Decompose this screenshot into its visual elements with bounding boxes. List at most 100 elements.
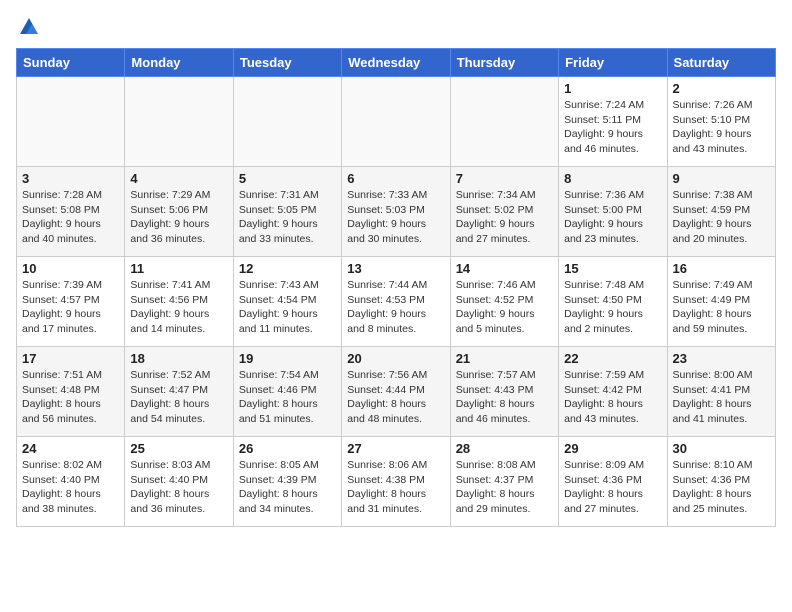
day-number: 29 [564, 441, 661, 456]
calendar-cell: 27 Sunrise: 8:06 AM Sunset: 4:38 PM Dayli… [342, 437, 450, 527]
calendar-cell: 9 Sunrise: 7:38 AM Sunset: 4:59 PM Daylig… [667, 167, 775, 257]
day-number: 24 [22, 441, 119, 456]
header-thursday: Thursday [450, 49, 558, 77]
week-row-5: 24 Sunrise: 8:02 AM Sunset: 4:40 PM Dayli… [17, 437, 776, 527]
calendar-cell: 17Sunrise: 7:51 AM Sunset: 4:48 PM Dayli… [17, 347, 125, 437]
header [16, 16, 776, 38]
day-number: 2 [673, 81, 770, 96]
day-info: Sunrise: 7:52 AM Sunset: 4:47 PM Dayligh… [130, 368, 227, 427]
day-info: Sunrise: 7:59 AM Sunset: 4:42 PM Dayligh… [564, 368, 661, 427]
day-number: 23 [673, 351, 770, 366]
day-info: Sunrise: 7:49 AM Sunset: 4:49 PM Dayligh… [673, 278, 770, 337]
day-info: Sunrise: 7:54 AM Sunset: 4:46 PM Dayligh… [239, 368, 336, 427]
calendar-cell: 22 Sunrise: 7:59 AM Sunset: 4:42 PM Dayli… [559, 347, 667, 437]
calendar-cell: 25 Sunrise: 8:03 AM Sunset: 4:40 PM Dayli… [125, 437, 233, 527]
calendar-cell: 8 Sunrise: 7:36 AM Sunset: 5:00 PM Daylig… [559, 167, 667, 257]
calendar-cell [17, 77, 125, 167]
day-info: Sunrise: 7:51 AM Sunset: 4:48 PM Dayligh… [22, 368, 119, 427]
day-info: Sunrise: 8:00 AM Sunset: 4:41 PM Dayligh… [673, 368, 770, 427]
day-number: 1 [564, 81, 661, 96]
day-number: 11 [130, 261, 227, 276]
day-number: 27 [347, 441, 444, 456]
week-row-1: 1 Sunrise: 7:24 AM Sunset: 5:11 PM Daylig… [17, 77, 776, 167]
header-sunday: Sunday [17, 49, 125, 77]
calendar-cell: 26 Sunrise: 8:05 AM Sunset: 4:39 PM Dayli… [233, 437, 341, 527]
calendar-cell: 14Sunrise: 7:46 AM Sunset: 4:52 PM Dayli… [450, 257, 558, 347]
day-number: 6 [347, 171, 444, 186]
calendar-cell: 30Sunrise: 8:10 AM Sunset: 4:36 PM Dayli… [667, 437, 775, 527]
calendar-cell: 11 Sunrise: 7:41 AM Sunset: 4:56 PM Dayli… [125, 257, 233, 347]
day-number: 4 [130, 171, 227, 186]
day-number: 13 [347, 261, 444, 276]
week-row-2: 3 Sunrise: 7:28 AM Sunset: 5:08 PM Daylig… [17, 167, 776, 257]
calendar-cell: 21 Sunrise: 7:57 AM Sunset: 4:43 PM Dayli… [450, 347, 558, 437]
day-number: 21 [456, 351, 553, 366]
calendar-cell: 7 Sunrise: 7:34 AM Sunset: 5:02 PM Daylig… [450, 167, 558, 257]
day-info: Sunrise: 7:41 AM Sunset: 4:56 PM Dayligh… [130, 278, 227, 337]
calendar-cell [342, 77, 450, 167]
calendar-cell: 3 Sunrise: 7:28 AM Sunset: 5:08 PM Daylig… [17, 167, 125, 257]
day-info: Sunrise: 8:03 AM Sunset: 4:40 PM Dayligh… [130, 458, 227, 517]
day-info: Sunrise: 7:33 AM Sunset: 5:03 PM Dayligh… [347, 188, 444, 247]
day-number: 9 [673, 171, 770, 186]
day-number: 15 [564, 261, 661, 276]
header-wednesday: Wednesday [342, 49, 450, 77]
calendar-cell: 16 Sunrise: 7:49 AM Sunset: 4:49 PM Dayli… [667, 257, 775, 347]
day-number: 10 [22, 261, 119, 276]
day-info: Sunrise: 7:56 AM Sunset: 4:44 PM Dayligh… [347, 368, 444, 427]
calendar-cell: 2 Sunrise: 7:26 AM Sunset: 5:10 PM Daylig… [667, 77, 775, 167]
calendar-cell: 18 Sunrise: 7:52 AM Sunset: 4:47 PM Dayli… [125, 347, 233, 437]
day-info: Sunrise: 8:06 AM Sunset: 4:38 PM Dayligh… [347, 458, 444, 517]
day-info: Sunrise: 7:46 AM Sunset: 4:52 PM Dayligh… [456, 278, 553, 337]
header-monday: Monday [125, 49, 233, 77]
day-info: Sunrise: 7:36 AM Sunset: 5:00 PM Dayligh… [564, 188, 661, 247]
day-number: 16 [673, 261, 770, 276]
calendar-cell: 19 Sunrise: 7:54 AM Sunset: 4:46 PM Dayli… [233, 347, 341, 437]
day-info: Sunrise: 7:44 AM Sunset: 4:53 PM Dayligh… [347, 278, 444, 337]
day-number: 22 [564, 351, 661, 366]
calendar-header-row: SundayMondayTuesdayWednesdayThursdayFrid… [17, 49, 776, 77]
logo [16, 16, 40, 38]
calendar-cell: 24 Sunrise: 8:02 AM Sunset: 4:40 PM Dayli… [17, 437, 125, 527]
calendar-cell: 28 Sunrise: 8:08 AM Sunset: 4:37 PM Dayli… [450, 437, 558, 527]
calendar-cell: 29 Sunrise: 8:09 AM Sunset: 4:36 PM Dayli… [559, 437, 667, 527]
header-tuesday: Tuesday [233, 49, 341, 77]
day-info: Sunrise: 8:08 AM Sunset: 4:37 PM Dayligh… [456, 458, 553, 517]
week-row-4: 17Sunrise: 7:51 AM Sunset: 4:48 PM Dayli… [17, 347, 776, 437]
day-info: Sunrise: 7:31 AM Sunset: 5:05 PM Dayligh… [239, 188, 336, 247]
day-number: 18 [130, 351, 227, 366]
calendar-cell: 15 Sunrise: 7:48 AM Sunset: 4:50 PM Dayli… [559, 257, 667, 347]
calendar-cell: 13 Sunrise: 7:44 AM Sunset: 4:53 PM Dayli… [342, 257, 450, 347]
header-friday: Friday [559, 49, 667, 77]
day-number: 8 [564, 171, 661, 186]
day-info: Sunrise: 7:38 AM Sunset: 4:59 PM Dayligh… [673, 188, 770, 247]
day-info: Sunrise: 7:28 AM Sunset: 5:08 PM Dayligh… [22, 188, 119, 247]
day-number: 7 [456, 171, 553, 186]
day-info: Sunrise: 8:05 AM Sunset: 4:39 PM Dayligh… [239, 458, 336, 517]
day-number: 3 [22, 171, 119, 186]
day-info: Sunrise: 7:34 AM Sunset: 5:02 PM Dayligh… [456, 188, 553, 247]
day-number: 12 [239, 261, 336, 276]
header-saturday: Saturday [667, 49, 775, 77]
day-info: Sunrise: 7:26 AM Sunset: 5:10 PM Dayligh… [673, 98, 770, 157]
day-info: Sunrise: 8:02 AM Sunset: 4:40 PM Dayligh… [22, 458, 119, 517]
day-number: 19 [239, 351, 336, 366]
day-info: Sunrise: 7:43 AM Sunset: 4:54 PM Dayligh… [239, 278, 336, 337]
day-info: Sunrise: 7:24 AM Sunset: 5:11 PM Dayligh… [564, 98, 661, 157]
day-number: 26 [239, 441, 336, 456]
calendar-cell: 1 Sunrise: 7:24 AM Sunset: 5:11 PM Daylig… [559, 77, 667, 167]
day-number: 25 [130, 441, 227, 456]
day-info: Sunrise: 7:39 AM Sunset: 4:57 PM Dayligh… [22, 278, 119, 337]
calendar-cell: 5Sunrise: 7:31 AM Sunset: 5:05 PM Daylig… [233, 167, 341, 257]
calendar-cell: 12 Sunrise: 7:43 AM Sunset: 4:54 PM Dayli… [233, 257, 341, 347]
day-info: Sunrise: 7:57 AM Sunset: 4:43 PM Dayligh… [456, 368, 553, 427]
day-number: 20 [347, 351, 444, 366]
calendar-cell [450, 77, 558, 167]
day-info: Sunrise: 7:29 AM Sunset: 5:06 PM Dayligh… [130, 188, 227, 247]
day-info: Sunrise: 7:48 AM Sunset: 4:50 PM Dayligh… [564, 278, 661, 337]
day-info: Sunrise: 8:09 AM Sunset: 4:36 PM Dayligh… [564, 458, 661, 517]
calendar-cell: 20 Sunrise: 7:56 AM Sunset: 4:44 PM Dayli… [342, 347, 450, 437]
calendar-cell: 10 Sunrise: 7:39 AM Sunset: 4:57 PM Dayli… [17, 257, 125, 347]
day-number: 28 [456, 441, 553, 456]
calendar-cell: 4 Sunrise: 7:29 AM Sunset: 5:06 PM Daylig… [125, 167, 233, 257]
